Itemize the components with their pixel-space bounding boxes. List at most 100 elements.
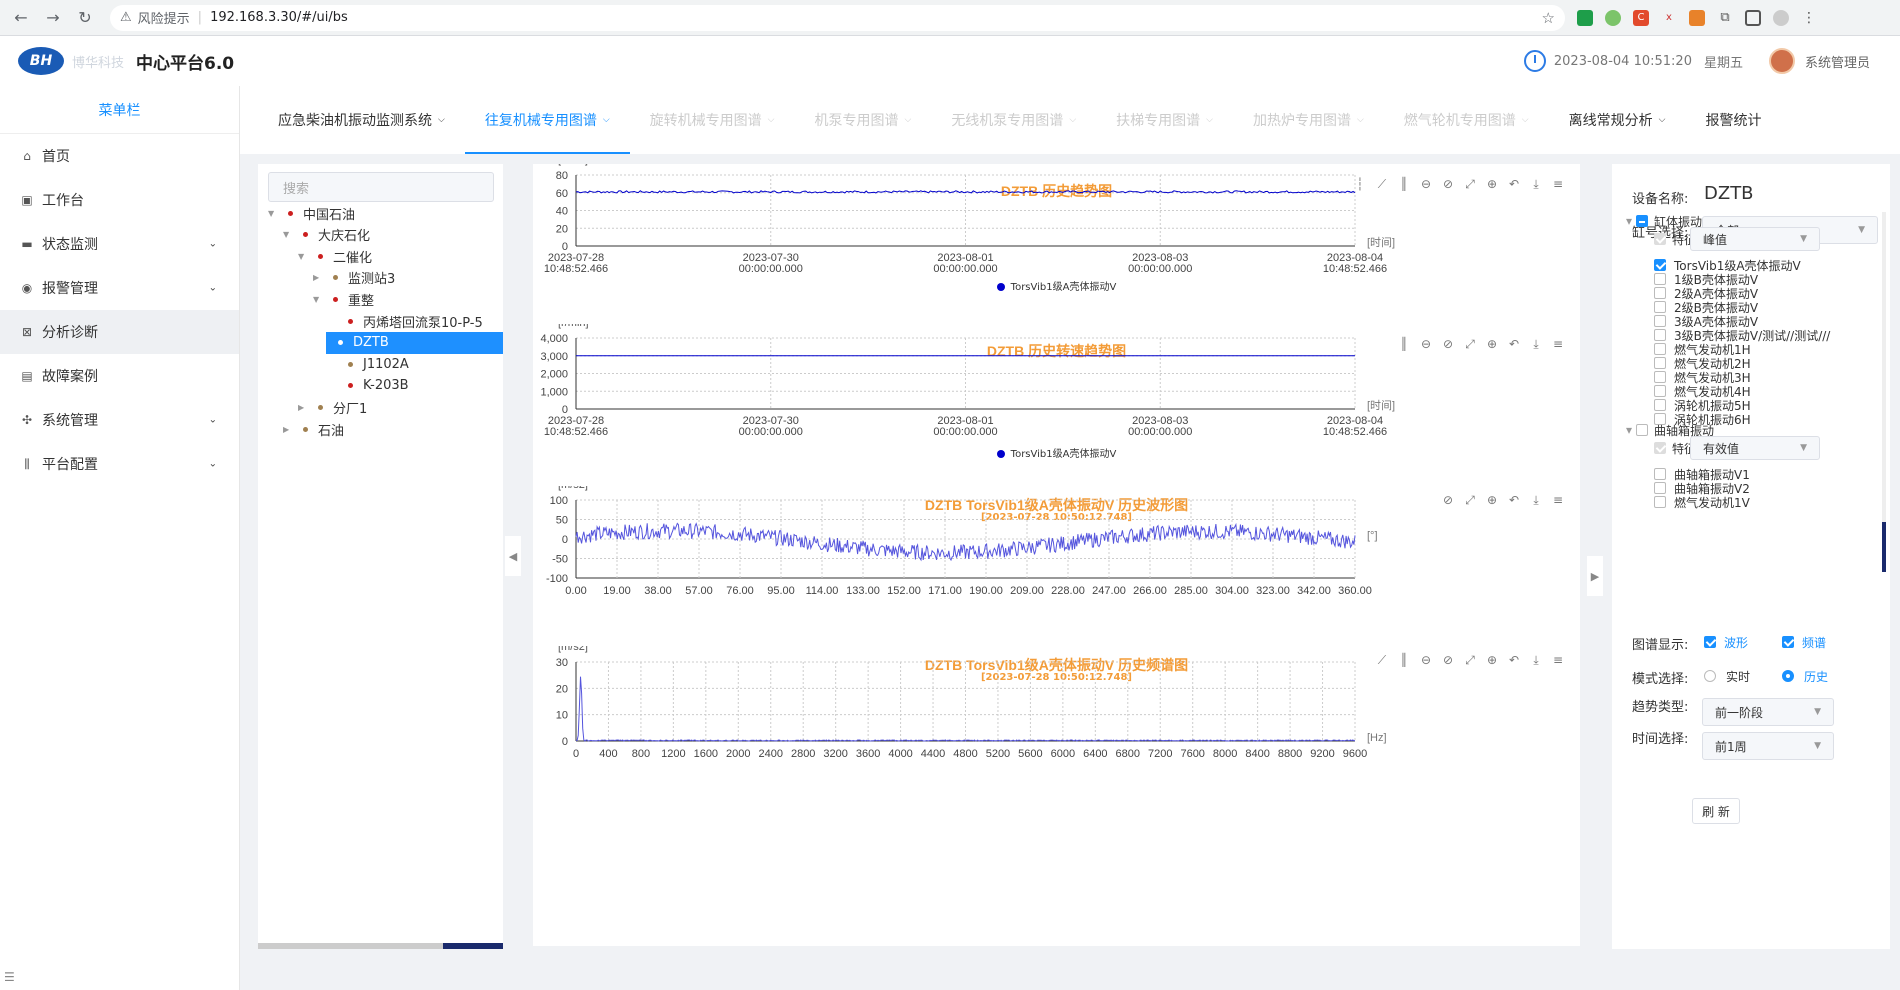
history-radio-dot[interactable] xyxy=(1782,670,1794,682)
chevron-down-icon[interactable]: ▾ xyxy=(1626,423,1632,437)
channel-checkbox[interactable] xyxy=(1654,357,1666,369)
group-checkbox[interactable] xyxy=(1636,424,1649,436)
tree-node[interactable]: DZTB xyxy=(326,331,503,354)
fox-icon[interactable] xyxy=(1689,9,1705,26)
channel-checkbox[interactable] xyxy=(1654,329,1666,341)
tree-node[interactable]: ▶ 分厂1 xyxy=(298,396,493,418)
tree-search-input[interactable]: 搜索 xyxy=(268,172,494,202)
sidebar-item[interactable]: ⌂ 首页 xyxy=(0,134,239,178)
tree-arrow-icon[interactable]: ▶ xyxy=(283,425,293,434)
tree-arrow-icon[interactable]: ▶ xyxy=(313,273,323,282)
tab-item[interactable]: 无线机泵专用图谱 ⌵ xyxy=(931,86,1096,154)
channel-item[interactable]: 燃气发动机1V xyxy=(1654,494,1750,510)
waveform-checkbox[interactable]: 波形 xyxy=(1704,634,1748,650)
red-c-icon[interactable]: C xyxy=(1633,9,1649,26)
y-tick-label: 0 xyxy=(562,736,568,748)
feature-select[interactable]: 有效值 ▼ xyxy=(1690,436,1820,460)
address-bar[interactable]: ⚠ 风险提示 | 192.168.3.30/#/ui/bs ☆ xyxy=(110,4,1565,31)
reload-icon[interactable]: ↻ xyxy=(74,7,96,29)
tree-node[interactable]: ▶ 石油 xyxy=(283,418,493,440)
x-tick-label: 3200 xyxy=(823,748,847,760)
channel-checkbox[interactable] xyxy=(1654,371,1666,383)
tree-node[interactable]: ▼ 中国石油 xyxy=(268,202,493,224)
y-tick-label: 60 xyxy=(556,188,568,200)
sidebar-item[interactable]: ◉ 报警管理 ⌄ xyxy=(0,266,239,310)
realtime-radio[interactable]: 实时 xyxy=(1704,668,1750,684)
sidebar-item[interactable]: ▤ 故障案例 xyxy=(0,354,239,398)
channel-checkbox[interactable] xyxy=(1654,315,1666,327)
tab-item[interactable]: 旋转机械专用图谱 ⌵ xyxy=(630,86,795,154)
tree-arrow-icon[interactable]: ▼ xyxy=(298,252,308,261)
channel-checkbox[interactable] xyxy=(1654,301,1666,313)
forward-icon[interactable]: → xyxy=(42,7,64,29)
tree-node[interactable]: ▼ 重整 xyxy=(313,288,493,310)
tab-item[interactable]: 往复机械专用图谱 ⌵ xyxy=(464,86,630,154)
tree-node[interactable]: ▶ 监测站3 xyxy=(313,267,493,289)
sidebar-item[interactable]: ✣ 系统管理 ⌄ xyxy=(0,398,239,442)
tree-arrow-icon[interactable]: ▼ xyxy=(268,209,278,218)
chart-plot-svg[interactable]: 100 50 0 -50 -1000.00 19.00 38.00 57.00 76.00 95.… xyxy=(533,486,1580,646)
trend-type-select[interactable]: 前一阶段 ▼ xyxy=(1702,698,1834,726)
collapse-left-icon[interactable]: ◀ xyxy=(505,536,521,576)
waveform-checkbox-box[interactable] xyxy=(1704,636,1716,648)
tree-arrow-icon[interactable]: ▶ xyxy=(298,403,308,412)
tab-item[interactable]: 离线常规分析 ⌵ xyxy=(1549,86,1686,154)
x-tick-label: 4000 xyxy=(888,748,912,760)
back-icon[interactable]: ← xyxy=(10,7,32,29)
bookmark-star-icon[interactable]: ☆ xyxy=(1542,9,1555,27)
puzzle-icon[interactable]: ⧉ xyxy=(1717,10,1733,26)
channel-scrollbar[interactable] xyxy=(1882,212,1886,572)
channel-checkbox[interactable] xyxy=(1654,482,1666,494)
channel-checkbox[interactable] xyxy=(1654,399,1666,411)
tree-node[interactable]: K-203B xyxy=(328,375,493,397)
sidebar-item[interactable]: ⫼ 平台配置 ⌄ xyxy=(0,442,239,486)
tree-arrow-icon[interactable]: ▼ xyxy=(283,230,293,239)
x-tick-label: 171.00 xyxy=(928,585,962,597)
channel-checkbox[interactable] xyxy=(1654,343,1666,355)
tree-node[interactable]: ▼ 大庆石化 xyxy=(283,224,493,246)
tab-item[interactable]: 加热炉专用图谱 ⌵ xyxy=(1233,86,1384,154)
chart-plot-svg[interactable]: 8060402002023-07-2810:48:52.4662023-07-3… xyxy=(533,164,1580,324)
chart-plot-svg[interactable]: 30 20 10 00 400 800 1200 1600 2000 2400 2800 3200 36… xyxy=(533,646,1580,946)
tab-item[interactable]: 报警统计 xyxy=(1685,86,1781,154)
time-select[interactable]: 前1周 ▼ xyxy=(1702,732,1834,760)
tree-node[interactable]: 丙烯塔回流泵10-P-5 xyxy=(328,310,493,332)
chart-plot-svg[interactable]: 4,0003,0002,0001,00002023-07-2810:48:52.… xyxy=(533,324,1580,484)
group-checkbox[interactable] xyxy=(1636,215,1649,227)
circle-ext-icon[interactable] xyxy=(1605,9,1621,26)
x-ext-icon[interactable]: x xyxy=(1661,10,1677,26)
sidebar-item[interactable]: ▣ 工作台 xyxy=(0,178,239,222)
feature-select[interactable]: 峰值 ▼ xyxy=(1690,227,1820,251)
tree-node[interactable]: ▼ 二催化 xyxy=(298,245,493,267)
spectrum-checkbox[interactable]: 频谱 xyxy=(1782,634,1826,650)
sidepanel-icon[interactable] xyxy=(1745,9,1761,26)
avatar[interactable] xyxy=(1768,48,1795,74)
channel-checkbox[interactable] xyxy=(1654,385,1666,397)
refresh-button[interactable]: 刷 新 xyxy=(1692,798,1740,824)
tree-arrow-icon[interactable]: ▼ xyxy=(313,295,323,304)
menu-dots-icon[interactable]: ⋮ xyxy=(1801,10,1817,26)
sidebar-item[interactable]: ⊠ 分析诊断 xyxy=(0,310,239,354)
chevron-down-icon[interactable]: ▾ xyxy=(1626,214,1632,228)
user-name[interactable]: 系统管理员 xyxy=(1805,52,1870,71)
history-radio[interactable]: 历史 xyxy=(1782,668,1828,684)
tab-item[interactable]: 应急柴油机振动监测系统 ⌵ xyxy=(258,86,465,154)
channel-checkbox[interactable] xyxy=(1654,287,1666,299)
channel-checkbox[interactable] xyxy=(1654,273,1666,285)
collapse-menu-icon[interactable]: ☰ xyxy=(4,970,15,984)
green-square-icon[interactable] xyxy=(1577,9,1593,26)
collapse-right-icon[interactable]: ▶ xyxy=(1587,556,1603,596)
tab-item[interactable]: 机泵专用图谱 ⌵ xyxy=(794,86,931,154)
channel-checkbox[interactable] xyxy=(1654,468,1666,480)
realtime-radio-dot[interactable] xyxy=(1704,670,1716,682)
sidebar-item[interactable]: ▬ 状态监测 ⌄ xyxy=(0,222,239,266)
profile-icon[interactable] xyxy=(1773,9,1789,26)
tree-scrollbar[interactable] xyxy=(258,943,503,949)
spectrum-checkbox-box[interactable] xyxy=(1782,636,1794,648)
x-tick-label: 00:00:00.000 xyxy=(739,426,803,438)
tab-item[interactable]: 扶梯专用图谱 ⌵ xyxy=(1096,86,1233,154)
tab-item[interactable]: 燃气轮机专用图谱 ⌵ xyxy=(1384,86,1549,154)
channel-checkbox[interactable] xyxy=(1654,259,1666,271)
tree-node[interactable]: J1102A xyxy=(328,353,493,375)
channel-checkbox[interactable] xyxy=(1654,496,1666,508)
